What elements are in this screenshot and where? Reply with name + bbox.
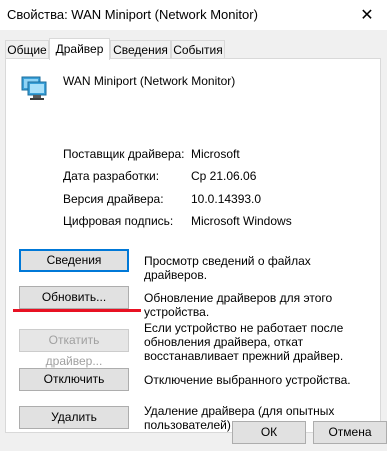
highlight-underline	[13, 309, 141, 312]
cancel-button[interactable]: Отмена	[313, 421, 387, 444]
update-driver-description: Обновление драйверов для этого устройств…	[144, 291, 333, 319]
device-name: WAN Miniport (Network Monitor)	[63, 74, 236, 88]
close-icon[interactable]: ✕	[347, 0, 387, 30]
tab-events[interactable]: События	[171, 40, 225, 59]
driver-details-description: Просмотр сведений о файлах драйверов.	[144, 254, 311, 282]
tab-driver[interactable]: Драйвер	[49, 38, 110, 60]
rollback-driver-description: Если устройство не работает после обновл…	[144, 321, 344, 363]
ok-button[interactable]: ОК	[232, 421, 306, 444]
digital-signer-value: Microsoft Windows	[191, 214, 292, 228]
window-title: Свойства: WAN Miniport (Network Monitor)	[7, 7, 258, 22]
tab-general[interactable]: Общие	[5, 40, 49, 59]
digital-signer-label: Цифровая подпись:	[63, 214, 174, 228]
driver-version-value: 10.0.14393.0	[191, 192, 262, 206]
network-adapter-icon	[21, 76, 47, 100]
disable-device-description: Отключение выбранного устройства.	[144, 373, 351, 387]
title-bar: Свойства: WAN Miniport (Network Monitor)…	[0, 0, 387, 30]
update-driver-button[interactable]: Обновить...	[19, 286, 129, 309]
driver-tab-panel: WAN Miniport (Network Monitor) Поставщик…	[5, 58, 381, 433]
driver-provider-value: Microsoft	[191, 147, 240, 161]
driver-provider-label: Поставщик драйвера:	[63, 147, 185, 161]
rollback-driver-button[interactable]: Откатить драйвер...	[19, 329, 129, 368]
uninstall-driver-button[interactable]: Удалить	[19, 406, 129, 429]
driver-version-label: Версия драйвера:	[63, 192, 164, 206]
driver-date-label: Дата разработки:	[63, 169, 160, 183]
driver-details-button[interactable]: Сведения	[19, 249, 129, 272]
tab-details[interactable]: Сведения	[110, 40, 171, 59]
driver-date-value: Ср 21.06.06	[191, 169, 257, 183]
disable-device-button[interactable]: Отключить	[19, 368, 129, 391]
dialog-client-area: Общие Драйвер Сведения События WAN Minip…	[0, 30, 387, 451]
